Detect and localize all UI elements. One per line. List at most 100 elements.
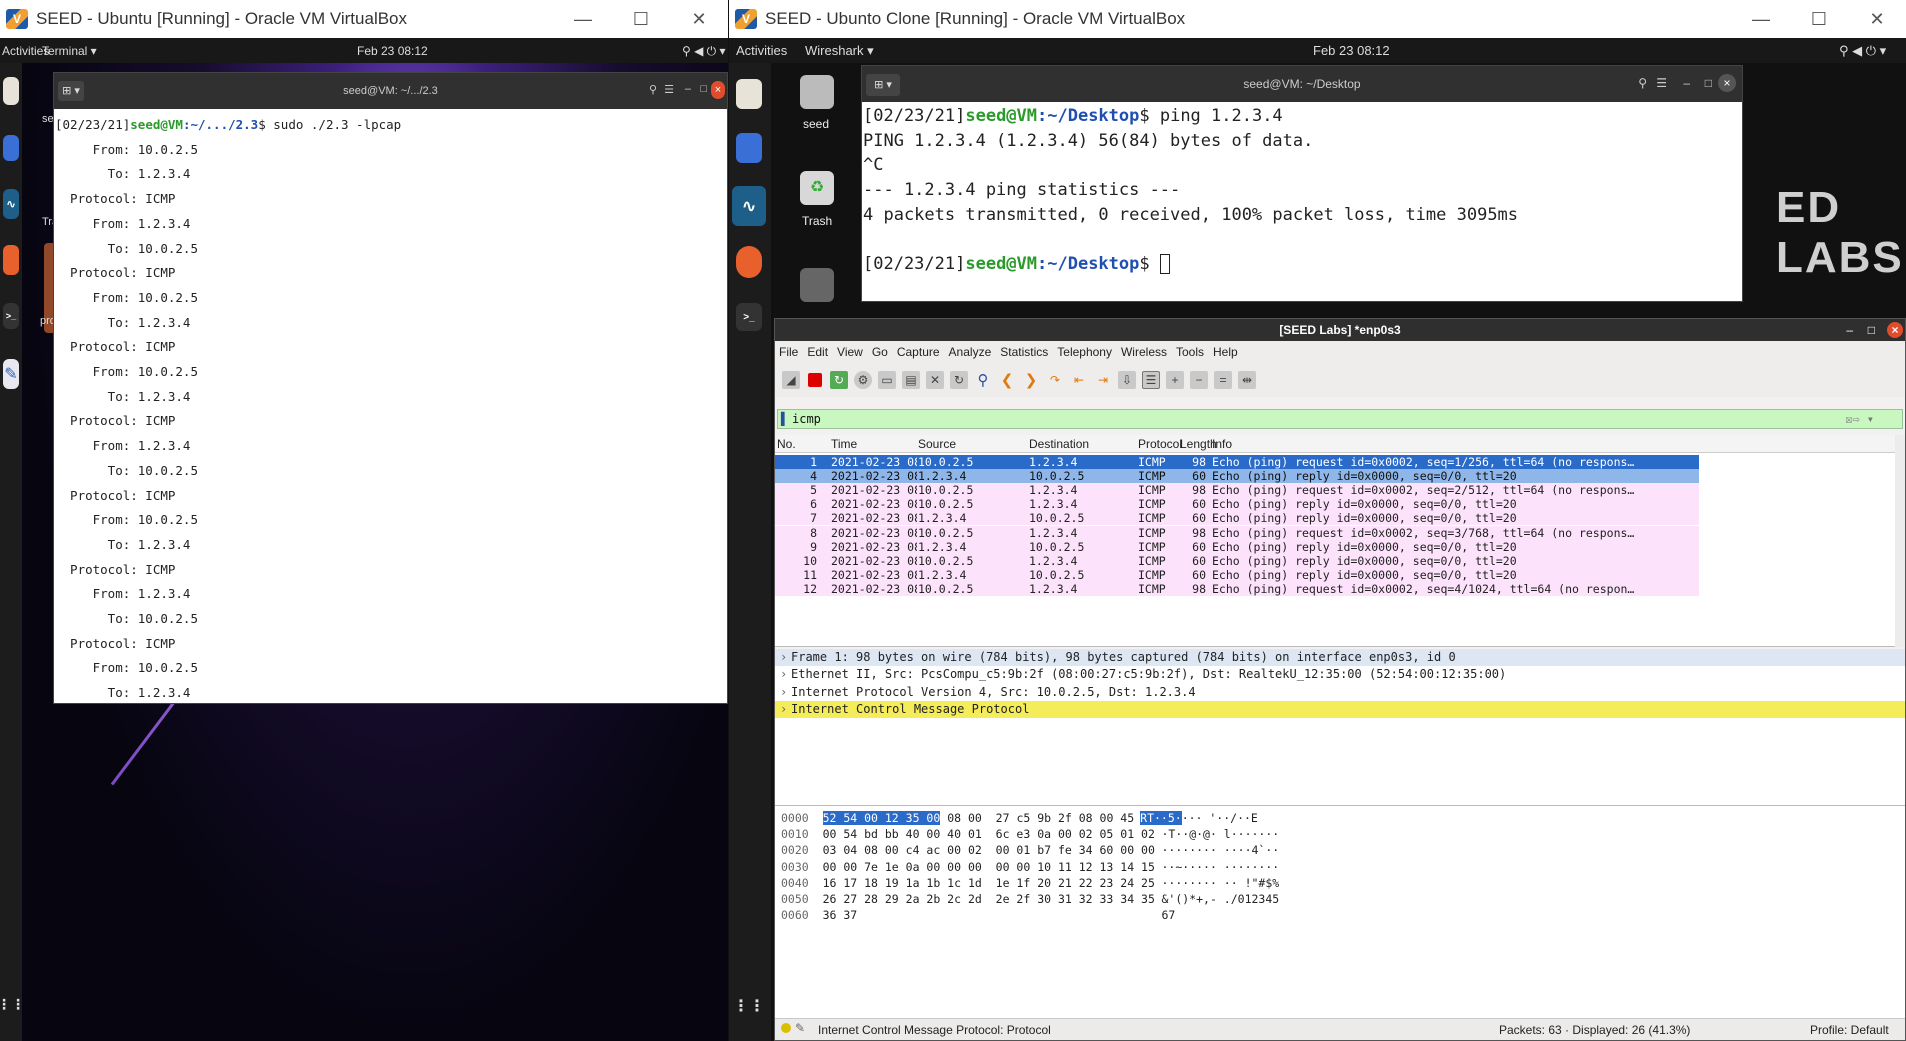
app-grid-icon[interactable]: ⋮⋮ bbox=[733, 995, 765, 1017]
resize-columns-icon[interactable]: ⇹ bbox=[1238, 371, 1256, 389]
terminal-window-right[interactable]: ⊞ ▾ seed@VM: ~/Desktop ⚲ ☰ – □ × [02/23/… bbox=[861, 65, 1743, 302]
close-button[interactable]: × bbox=[1887, 322, 1903, 338]
column-header-protocol[interactable]: Protocol bbox=[1138, 437, 1182, 451]
detail-row[interactable]: › Internet Control Message Protocol bbox=[775, 700, 1905, 718]
activities-button[interactable]: Activities bbox=[736, 43, 787, 58]
column-header-source[interactable]: Source bbox=[918, 437, 956, 451]
detail-row[interactable]: › Ethernet II, Src: PcsCompu_c5:9b:2f (08… bbox=[775, 666, 1905, 683]
packet-list[interactable]: No. Time Source Destination Protocol Length In… bbox=[775, 435, 1905, 647]
column-header-time[interactable]: Time bbox=[831, 437, 857, 451]
wireshark-icon[interactable]: ∿ bbox=[732, 186, 766, 226]
terminal-icon[interactable]: >_ bbox=[3, 303, 19, 329]
start-capture-icon[interactable]: ◢ bbox=[782, 371, 800, 389]
system-indicators[interactable]: ⚲ ◀ ⏻ ▾ bbox=[1839, 43, 1886, 59]
stop-capture-icon[interactable] bbox=[808, 373, 822, 387]
menu-item-capture[interactable]: Capture bbox=[897, 345, 940, 359]
clock[interactable]: Feb 23 08:12 bbox=[357, 44, 428, 58]
detail-row[interactable]: › Internet Protocol Version 4, Src: 10.0.… bbox=[775, 684, 1905, 701]
edit-comment-icon[interactable]: ✎ bbox=[795, 1021, 805, 1035]
packet-row[interactable]: 4 2021-02-23 08:1…1.2.3.4 10.0.2.5 ICMP 60 Ec… bbox=[775, 469, 1699, 484]
text-editor-icon[interactable]: ✎ bbox=[3, 359, 19, 389]
autoscroll-icon[interactable]: ⇩ bbox=[1118, 371, 1136, 389]
hex-row[interactable]: 0010 00 54 bd bb 40 00 40 01 6c e3 0a 00… bbox=[781, 826, 1279, 842]
menu-icon[interactable]: ☰ bbox=[1656, 76, 1667, 90]
menu-item-analyze[interactable]: Analyze bbox=[949, 345, 992, 359]
close-button[interactable]: ✕ bbox=[670, 0, 728, 38]
display-filter-bar[interactable]: ▌ icmp ☒⇨ ▾ ✚ bbox=[777, 409, 1903, 429]
menu-item-edit[interactable]: Edit bbox=[807, 345, 828, 359]
hex-row[interactable]: 0050 26 27 28 29 2a 2b 2c 2d 2e 2f 30 31… bbox=[781, 891, 1279, 907]
clock[interactable]: Feb 23 08:12 bbox=[1313, 43, 1390, 58]
menu-item-statistics[interactable]: Statistics bbox=[1000, 345, 1048, 359]
last-packet-icon[interactable]: ⇥ bbox=[1094, 371, 1112, 389]
packet-row[interactable]: 6 2021-02-23 08:1…10.0.2.5 1.2.3.4 ICMP 60 Ec… bbox=[775, 497, 1699, 512]
expand-arrow-icon[interactable]: › bbox=[780, 649, 787, 666]
folder-icon[interactable] bbox=[800, 268, 834, 302]
detail-row[interactable]: › Frame 1: 98 bytes on wire (784 bits), 9… bbox=[775, 649, 1905, 666]
close-button[interactable]: × bbox=[711, 81, 725, 99]
capture-options-icon[interactable]: ⚙ bbox=[854, 371, 872, 389]
packet-bytes[interactable]: 0000 52 54 00 12 35 00 08 00 27 c5 9b 2f… bbox=[775, 805, 1905, 1019]
save-file-icon[interactable]: ▤ bbox=[902, 371, 920, 389]
search-icon[interactable]: ⚲ bbox=[1638, 76, 1647, 90]
packet-row[interactable]: 9 2021-02-23 08:1…1.2.3.4 10.0.2.5 ICMP 60 Ec… bbox=[775, 539, 1699, 554]
open-file-icon[interactable]: ▭ bbox=[878, 371, 896, 389]
hex-row[interactable]: 0020 03 04 08 00 c4 ac 00 02 00 01 b7 fe… bbox=[781, 842, 1279, 858]
minimize-button[interactable]: — bbox=[1732, 0, 1790, 38]
zoom-normal-icon[interactable]: = bbox=[1214, 371, 1232, 389]
trash-icon[interactable]: ♻ bbox=[800, 171, 834, 205]
zoom-out-icon[interactable]: − bbox=[1190, 371, 1208, 389]
wireshark-window[interactable]: [SEED Labs] *enp0s3 – □ × File Edit View Go… bbox=[774, 318, 1906, 1041]
terminal-output[interactable]: [02/23/21]seed@VM:~/Desktop$ ping 1.2.3.… bbox=[862, 102, 1742, 301]
vbox-titlebar-right[interactable]: V SEED - Ubunto Clone [Running] - Oracle… bbox=[729, 0, 1906, 38]
screenshot-icon[interactable] bbox=[736, 133, 762, 163]
app-grid-icon[interactable]: ⋮⋮ bbox=[0, 995, 25, 1013]
menu-item-telephony[interactable]: Telephony bbox=[1057, 345, 1112, 359]
files-icon[interactable] bbox=[736, 79, 762, 109]
menu-item-tools[interactable]: Tools bbox=[1176, 345, 1204, 359]
expert-info-icon[interactable] bbox=[781, 1023, 791, 1033]
packet-row[interactable]: 1 2021-02-23 08:1…10.0.2.5 1.2.3.4 ICMP 98 Ec… bbox=[775, 455, 1699, 469]
display-filter-input[interactable]: icmp bbox=[792, 412, 821, 426]
maximize-button[interactable]: ☐ bbox=[1790, 0, 1848, 38]
menu-item-wireless[interactable]: Wireless bbox=[1121, 345, 1167, 359]
firefox-icon[interactable] bbox=[3, 245, 19, 275]
packet-row[interactable]: 12 2021-02-23 08:1…10.0.2.5 1.2.3.4 ICMP 98 E… bbox=[775, 581, 1699, 596]
screenshot-icon[interactable] bbox=[3, 135, 19, 161]
clear-filter-icon[interactable]: ☒⇨ ▾ bbox=[1845, 412, 1874, 426]
vbox-titlebar-left[interactable]: V SEED - Ubuntu [Running] - Oracle VM Vi… bbox=[0, 0, 728, 38]
hex-row[interactable]: 0040 16 17 18 19 1a 1b 1c 1d 1e 1f 20 21… bbox=[781, 875, 1279, 891]
terminal-titlebar[interactable]: ⊞ ▾ seed@VM: ~/Desktop ⚲ ☰ – □ × bbox=[862, 66, 1742, 102]
hex-row[interactable]: 0060 36 37 67 bbox=[781, 907, 1175, 923]
first-packet-icon[interactable]: ⇤ bbox=[1070, 371, 1088, 389]
maximize-button[interactable]: □ bbox=[1868, 323, 1875, 337]
menu-icon[interactable]: ☰ bbox=[664, 83, 674, 96]
hex-row[interactable]: 0000 52 54 00 12 35 00 08 00 27 c5 9b 2f… bbox=[781, 810, 1258, 826]
minimize-button[interactable]: – bbox=[1846, 323, 1853, 337]
packet-row[interactable]: 10 2021-02-23 08:1…10.0.2.5 1.2.3.4 ICMP 60 E… bbox=[775, 553, 1699, 568]
go-to-packet-icon[interactable]: ↷ bbox=[1046, 371, 1064, 389]
menu-item-help[interactable]: Help bbox=[1213, 345, 1238, 359]
bookmark-icon[interactable]: ▌ bbox=[781, 412, 788, 426]
packet-details[interactable]: › Frame 1: 98 bytes on wire (784 bits), 9… bbox=[775, 649, 1905, 819]
packet-row[interactable]: 5 2021-02-23 08:1…10.0.2.5 1.2.3.4 ICMP 98 Ec… bbox=[775, 483, 1699, 498]
close-button[interactable]: ✕ bbox=[1848, 0, 1906, 38]
go-back-icon[interactable]: ❮ bbox=[998, 371, 1016, 389]
restart-capture-icon[interactable]: ↻ bbox=[830, 371, 848, 389]
new-tab-button[interactable]: ⊞ ▾ bbox=[866, 74, 900, 96]
expand-arrow-icon[interactable]: › bbox=[780, 701, 787, 718]
menu-item-go[interactable]: Go bbox=[872, 345, 888, 359]
home-folder-icon[interactable] bbox=[800, 75, 834, 109]
search-icon[interactable]: ⚲ bbox=[649, 83, 657, 96]
menu-item-file[interactable]: File bbox=[779, 345, 798, 359]
packet-row[interactable]: 11 2021-02-23 08:1…1.2.3.4 10.0.2.5 ICMP 60 E… bbox=[775, 567, 1699, 582]
system-indicators[interactable]: ⚲ ◀ ⏻ ▾ bbox=[682, 44, 726, 59]
menu-item-view[interactable]: View bbox=[837, 345, 863, 359]
terminal-icon[interactable]: >_ bbox=[736, 303, 762, 331]
packet-list-scrollbar[interactable] bbox=[1895, 435, 1905, 647]
minimize-button[interactable]: – bbox=[1683, 76, 1690, 90]
close-button[interactable]: × bbox=[1718, 74, 1736, 92]
packet-row[interactable]: 8 2021-02-23 08:1…10.0.2.5 1.2.3.4 ICMP 98 Ec… bbox=[775, 525, 1699, 540]
terminal-titlebar[interactable]: ⊞ ▾ seed@VM: ~/.../2.3 ⚲ ☰ – □ × bbox=[54, 73, 727, 109]
expand-arrow-icon[interactable]: › bbox=[780, 666, 787, 683]
